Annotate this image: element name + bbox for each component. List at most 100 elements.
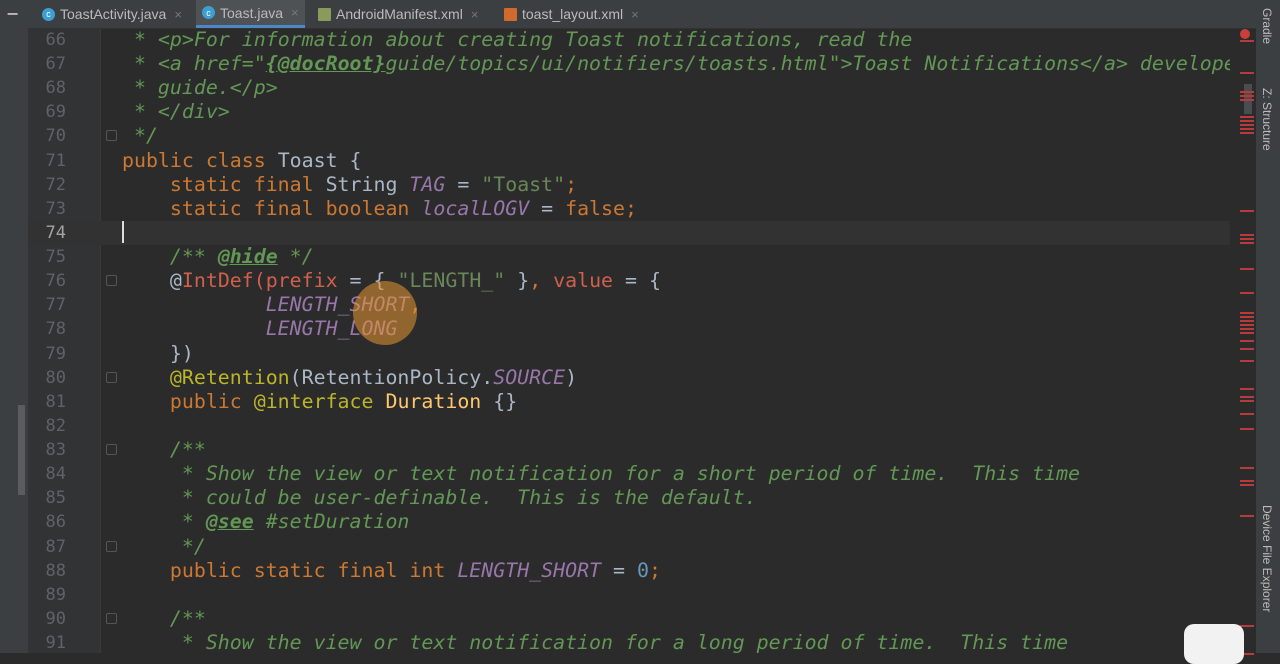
error-stripe-mark[interactable] xyxy=(1240,428,1254,430)
code-line[interactable]: 87 */ xyxy=(28,535,1230,559)
code-token: /** xyxy=(122,438,206,462)
code-line[interactable]: 89 xyxy=(28,583,1230,607)
project-panel-scrollbar[interactable] xyxy=(18,405,25,495)
code-token: public xyxy=(122,389,254,413)
error-stripe-mark[interactable] xyxy=(1240,132,1254,134)
tab-toastactivity-java[interactable]: c ToastActivity.java × xyxy=(36,0,188,28)
close-tab-icon[interactable]: × xyxy=(471,7,479,22)
code-token: #setDuration xyxy=(253,510,410,534)
error-stripe-mark[interactable] xyxy=(1240,268,1254,270)
video-watermark-logo-icon xyxy=(1184,624,1244,664)
code-line[interactable]: 77 LENGTH_SHORT, xyxy=(28,293,1230,317)
code-token: , xyxy=(529,269,554,293)
error-stripe-mark[interactable] xyxy=(1240,515,1254,517)
code-token: * </div> xyxy=(122,100,230,124)
gradle-tool-button[interactable]: Gradle xyxy=(1260,8,1274,44)
error-stripe-mark[interactable] xyxy=(1240,625,1254,627)
code-line[interactable]: 67 * <a href="{@docRoot}guide/topics/ui/… xyxy=(28,52,1248,76)
error-stripe-mark[interactable] xyxy=(1240,388,1254,390)
code-token: IntDef(prefix xyxy=(181,269,338,293)
line-number: 74 xyxy=(45,222,66,243)
error-stripe-mark[interactable] xyxy=(1240,95,1254,97)
error-stripe-mark[interactable] xyxy=(1240,40,1254,42)
error-stripe-mark[interactable] xyxy=(1240,72,1254,74)
code-line[interactable]: 75 /** @hide */ xyxy=(28,245,1230,269)
code-token: */ xyxy=(122,534,206,558)
structure-tool-button[interactable]: Z: Structure xyxy=(1260,88,1274,151)
code-text: * Show the view or text notification for… xyxy=(122,631,1068,655)
code-line[interactable]: 73 static final boolean localLOGV = fals… xyxy=(28,197,1230,221)
code-line[interactable]: 68 * guide.</p> xyxy=(28,76,1230,100)
error-stripe-mark[interactable] xyxy=(1240,210,1254,212)
code-token: {@docRoot} xyxy=(265,52,386,76)
collapse-button[interactable]: − xyxy=(6,4,19,23)
fold-marker-icon[interactable] xyxy=(106,371,117,383)
error-stripe-mark[interactable] xyxy=(1240,238,1254,240)
code-line[interactable]: 86 * @see #setDuration xyxy=(28,510,1230,534)
error-stripe[interactable] xyxy=(1230,29,1256,655)
error-stripe-mark[interactable] xyxy=(1240,91,1254,93)
code-token: * could be user-definable. This is the d… xyxy=(122,486,757,510)
close-tab-icon[interactable]: × xyxy=(174,7,182,22)
code-line[interactable]: 84 * Show the view or text notification … xyxy=(28,462,1230,486)
code-line[interactable]: 66 * <p>For information about creating T… xyxy=(28,28,1230,52)
close-tab-icon[interactable]: × xyxy=(631,7,639,22)
error-stripe-mark[interactable] xyxy=(1240,320,1254,322)
right-tool-strip: Gradle Z: Structure Device File Explorer xyxy=(1256,0,1280,653)
code-line[interactable]: 80 @Retention(RetentionPolicy.SOURCE) xyxy=(28,366,1230,390)
code-line[interactable]: 85 * could be user-definable. This is th… xyxy=(28,486,1230,510)
error-stripe-mark[interactable] xyxy=(1240,480,1254,482)
code-line[interactable]: 91 * Show the view or text notification … xyxy=(28,631,1230,655)
tab-toast-layout-xml[interactable]: toast_layout.xml × xyxy=(498,0,645,28)
fold-marker-icon[interactable] xyxy=(106,130,117,142)
code-line[interactable]: 71 public class Toast { xyxy=(28,149,1230,173)
error-stripe-mark[interactable] xyxy=(1240,467,1254,469)
error-stripe-mark[interactable] xyxy=(1240,348,1254,350)
code-line[interactable]: 90 /** xyxy=(28,607,1230,631)
close-tab-icon[interactable]: × xyxy=(291,5,299,20)
error-stripe-mark[interactable] xyxy=(1240,124,1254,126)
error-stripe-mark[interactable] xyxy=(1240,128,1254,130)
error-stripe-mark[interactable] xyxy=(1240,332,1254,334)
device-file-explorer-button[interactable]: Device File Explorer xyxy=(1260,505,1274,612)
tab-toast-java[interactable]: c Toast.java × xyxy=(196,0,305,28)
fold-marker-icon[interactable] xyxy=(106,540,117,552)
tab-androidmanifest-xml[interactable]: AndroidManifest.xml × xyxy=(312,0,484,28)
error-stripe-mark[interactable] xyxy=(1240,340,1254,342)
error-stripe-mark[interactable] xyxy=(1240,242,1254,244)
fold-marker-icon[interactable] xyxy=(106,275,117,287)
error-stripe-mark[interactable] xyxy=(1240,292,1254,294)
error-stripe-mark[interactable] xyxy=(1240,328,1254,330)
code-line[interactable]: 74 xyxy=(28,220,1230,245)
error-stripe-mark[interactable] xyxy=(1240,316,1254,318)
error-stripe-mark[interactable] xyxy=(1240,484,1254,486)
error-stripe-mark[interactable] xyxy=(1240,234,1254,236)
error-stripe-mark[interactable] xyxy=(1240,413,1254,415)
layout-xml-icon xyxy=(504,7,517,21)
error-indicator-icon[interactable] xyxy=(1240,29,1250,39)
code-token: = xyxy=(445,172,482,196)
error-stripe-mark[interactable] xyxy=(1240,312,1254,314)
error-stripe-mark[interactable] xyxy=(1240,99,1254,101)
code-line[interactable]: 69 * </div> xyxy=(28,100,1230,124)
code-line[interactable]: 70 */ xyxy=(28,124,1230,148)
code-line[interactable]: 82 xyxy=(28,414,1230,438)
code-line[interactable]: 88 public static final int LENGTH_SHORT … xyxy=(28,559,1230,583)
code-token: static final boolean xyxy=(122,196,422,220)
fold-marker-icon[interactable] xyxy=(106,444,117,456)
fold-marker-icon[interactable] xyxy=(106,612,117,624)
error-stripe-mark[interactable] xyxy=(1240,116,1254,118)
code-line[interactable]: 83 /** xyxy=(28,438,1230,462)
code-line[interactable]: 78 LENGTH_LONG xyxy=(28,317,1230,341)
error-stripe-mark[interactable] xyxy=(1240,400,1254,402)
code-line[interactable]: 79 }) xyxy=(28,342,1230,366)
code-line[interactable]: 72 static final String TAG = "Toast"; xyxy=(28,173,1230,197)
line-number: 66 xyxy=(45,30,66,50)
code-line[interactable]: 76 @IntDef(prefix = { "LENGTH_" }, value… xyxy=(28,269,1230,293)
error-stripe-mark[interactable] xyxy=(1240,396,1254,398)
error-stripe-mark[interactable] xyxy=(1240,120,1254,122)
error-stripe-mark[interactable] xyxy=(1240,324,1254,326)
code-line[interactable]: 81 public @interface Duration {} xyxy=(28,390,1230,414)
code-text: /** xyxy=(122,438,206,462)
error-stripe-mark[interactable] xyxy=(1240,360,1254,362)
